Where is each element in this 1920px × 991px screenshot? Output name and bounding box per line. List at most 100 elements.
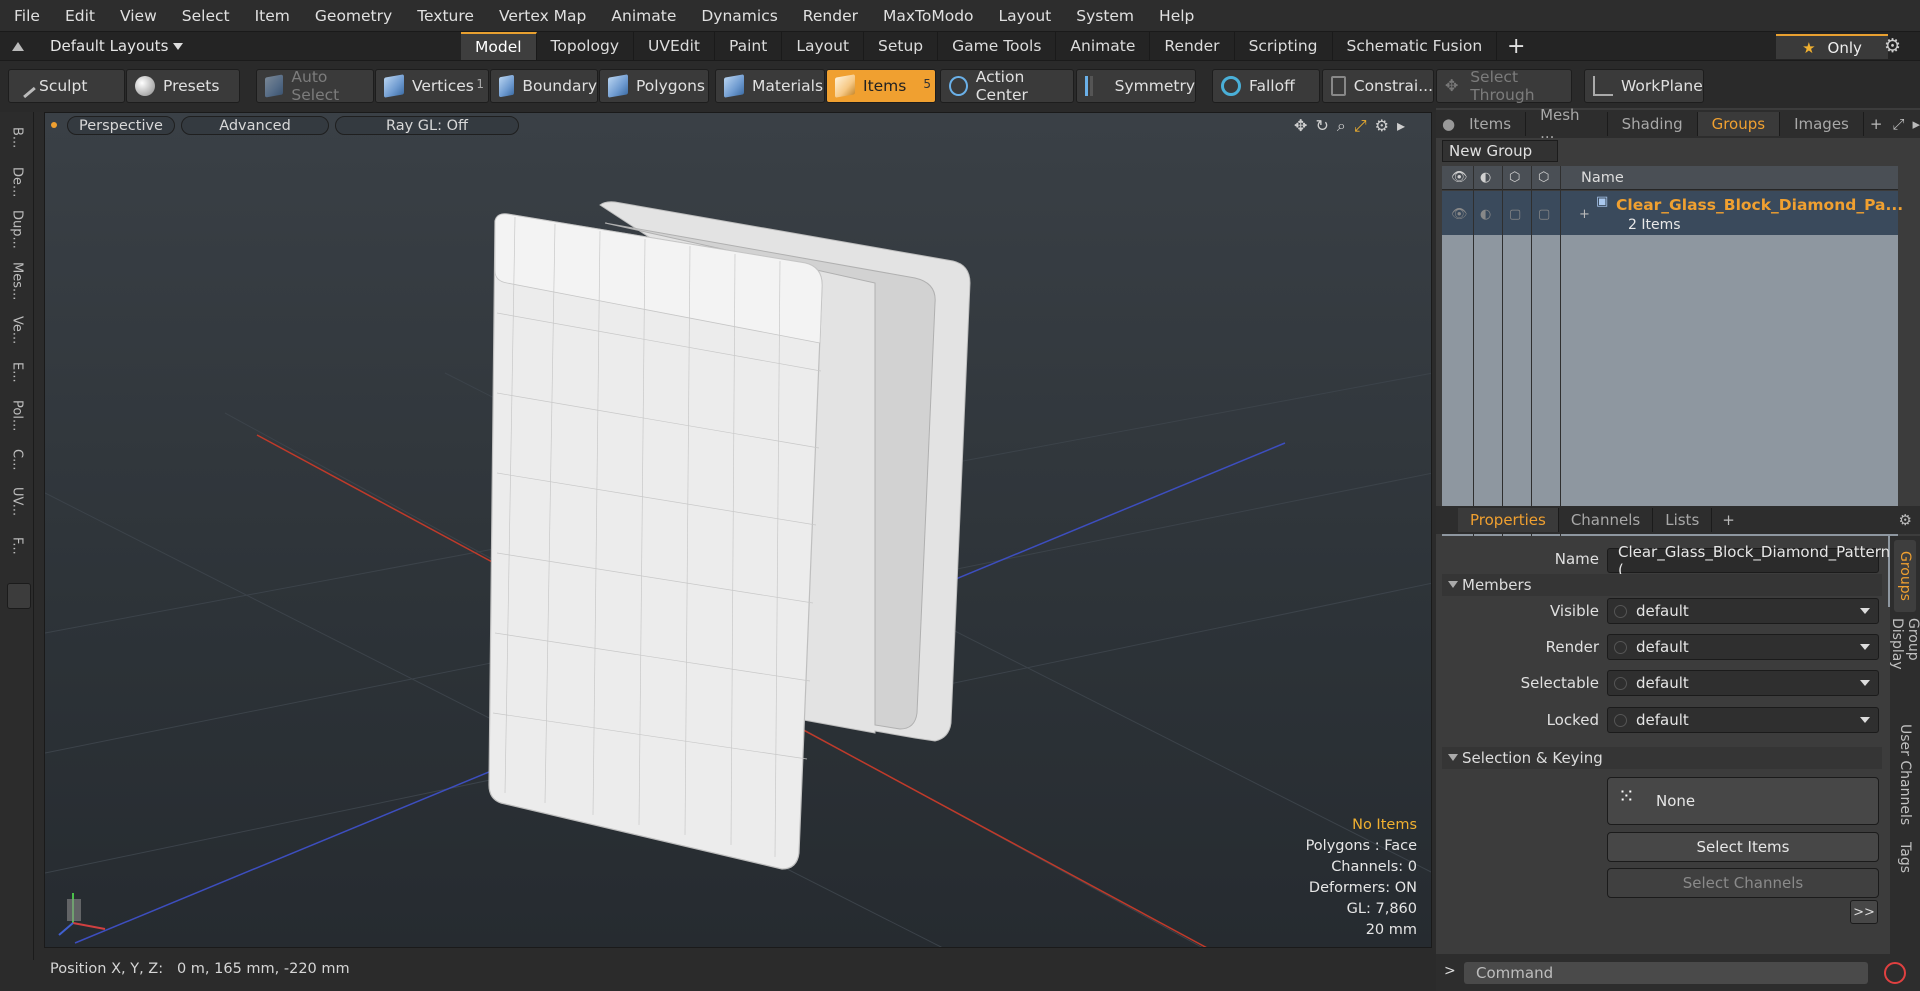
- tab-uvedit[interactable]: UVEdit: [634, 32, 715, 60]
- action-center-button[interactable]: Action Center: [940, 68, 1074, 104]
- properties-settings-icon[interactable]: ⚙: [1899, 511, 1912, 529]
- visible-select[interactable]: default: [1607, 598, 1879, 624]
- name-column-header[interactable]: Name: [1581, 170, 1624, 186]
- tab-layout[interactable]: Layout: [782, 32, 865, 60]
- menu-file[interactable]: File: [14, 7, 40, 25]
- selection-keying-section[interactable]: Selection & Keying: [1442, 747, 1882, 769]
- selectable-select[interactable]: default: [1607, 670, 1879, 696]
- menu-maxtomodo[interactable]: MaxToModo: [883, 7, 974, 25]
- menu-geometry[interactable]: Geometry: [315, 7, 392, 25]
- tab-properties[interactable]: Properties: [1458, 508, 1559, 532]
- group-render-icon[interactable]: ◐: [1480, 207, 1491, 222]
- menu-system[interactable]: System: [1076, 7, 1134, 25]
- tab-render[interactable]: Render: [1150, 32, 1235, 60]
- move-view-icon[interactable]: ✥: [1294, 116, 1307, 136]
- panel-menu-dot[interactable]: ●: [1436, 115, 1455, 133]
- glass-block-model[interactable]: [488, 201, 971, 870]
- menu-texture[interactable]: Texture: [417, 7, 474, 25]
- record-macro-icon[interactable]: [1884, 962, 1906, 984]
- menu-item[interactable]: Item: [255, 7, 290, 25]
- sculpt-button[interactable]: Sculpt: [8, 69, 125, 103]
- expand-button[interactable]: >>: [1850, 900, 1878, 924]
- perspective-button[interactable]: Perspective: [67, 116, 175, 135]
- vertices-button[interactable]: Vertices 1: [375, 69, 489, 103]
- select-through-button[interactable]: ✥ Select Through: [1436, 68, 1572, 104]
- select-channels-button[interactable]: Select Channels: [1607, 868, 1879, 898]
- left-tab-polygon[interactable]: Pol...: [6, 394, 28, 438]
- raygl-button[interactable]: Ray GL: Off: [335, 116, 519, 135]
- tab-paint[interactable]: Paint: [715, 32, 783, 60]
- expand-group-icon[interactable]: +: [1579, 207, 1590, 222]
- left-tab-deform[interactable]: De...: [6, 160, 28, 204]
- workplane-button[interactable]: WorkPlane: [1584, 69, 1704, 103]
- expand-panel-icon[interactable]: ⤢: [1892, 115, 1904, 133]
- tab-lists[interactable]: Lists: [1653, 508, 1713, 532]
- left-tab-edge[interactable]: E...: [6, 354, 28, 390]
- tab-topology[interactable]: Topology: [537, 32, 634, 60]
- new-group-button[interactable]: New Group: [1442, 140, 1558, 162]
- select-items-button[interactable]: Select Items: [1607, 832, 1879, 862]
- group-select-checkbox[interactable]: ▢: [1509, 207, 1521, 222]
- left-tab-fusion[interactable]: F...: [6, 526, 28, 566]
- viewport-settings-icon[interactable]: ⚙: [1375, 116, 1389, 136]
- fit-view-icon[interactable]: ⤢: [1354, 116, 1367, 136]
- left-tab-b[interactable]: B...: [6, 118, 28, 158]
- menu-select[interactable]: Select: [182, 7, 230, 25]
- add-panel-tab-icon[interactable]: +: [1870, 115, 1883, 133]
- advanced-button[interactable]: Advanced: [181, 116, 329, 135]
- only-button[interactable]: ★ Only: [1776, 34, 1888, 59]
- group-name[interactable]: Clear_Glass_Block_Diamond_Pa...: [1616, 196, 1903, 214]
- render-select[interactable]: default: [1607, 634, 1879, 660]
- menu-layout[interactable]: Layout: [999, 7, 1052, 25]
- select-column-icon[interactable]: ⬡: [1509, 170, 1520, 185]
- materials-button[interactable]: Materials: [715, 69, 825, 103]
- 3d-viewport[interactable]: Perspective Advanced Ray GL: Off ✥ ↻ ⌕ ⤢…: [44, 112, 1432, 948]
- symmetry-button[interactable]: Symmetry: [1076, 69, 1196, 103]
- tab-schematic-fusion[interactable]: Schematic Fusion: [1333, 32, 1498, 60]
- menu-render[interactable]: Render: [803, 7, 858, 25]
- constrain-button[interactable]: Constrai...: [1322, 69, 1434, 103]
- polygons-button[interactable]: Polygons: [599, 69, 709, 103]
- tab-groups[interactable]: Groups: [1697, 112, 1781, 136]
- side-tab-group-display[interactable]: Group Display: [1889, 618, 1920, 716]
- tab-shading[interactable]: Shading: [1608, 112, 1698, 136]
- keying-none-button[interactable]: ⁙ None: [1607, 777, 1879, 825]
- tab-mesh[interactable]: Mesh ...: [1526, 106, 1608, 142]
- add-properties-tab-icon[interactable]: +: [1722, 511, 1735, 529]
- gear-icon[interactable]: ⚙: [1884, 35, 1901, 57]
- tab-animate[interactable]: Animate: [1056, 32, 1151, 60]
- menu-animate[interactable]: Animate: [611, 7, 676, 25]
- menu-dynamics[interactable]: Dynamics: [701, 7, 777, 25]
- rotate-view-icon[interactable]: ↻: [1315, 116, 1328, 136]
- tab-images[interactable]: Images: [1780, 112, 1864, 136]
- left-tab-uv[interactable]: UV...: [6, 482, 28, 522]
- side-tab-groups[interactable]: Groups: [1894, 540, 1916, 612]
- zoom-icon[interactable]: ⌕: [1337, 116, 1346, 136]
- tab-setup[interactable]: Setup: [864, 32, 939, 60]
- falloff-button[interactable]: Falloff: [1212, 69, 1320, 103]
- left-tab-vertex[interactable]: Ve...: [6, 310, 28, 350]
- boundary-button[interactable]: Boundary: [490, 69, 598, 103]
- viewport-more-icon[interactable]: ▸: [1397, 116, 1405, 136]
- left-strip-button[interactable]: [7, 583, 31, 609]
- members-section[interactable]: Members: [1442, 574, 1882, 596]
- items-button[interactable]: Items 5: [826, 69, 936, 103]
- menu-help[interactable]: Help: [1159, 7, 1194, 25]
- left-tab-duplicate[interactable]: Dup...: [6, 206, 28, 252]
- command-input[interactable]: Command: [1464, 962, 1868, 984]
- viewport-menu-dot[interactable]: [51, 122, 57, 128]
- group-visibility-icon[interactable]: 👁: [1451, 207, 1468, 222]
- layouts-dropdown[interactable]: Default Layouts: [12, 35, 184, 57]
- auto-select-button[interactable]: Auto Select: [256, 68, 374, 104]
- locked-select[interactable]: default: [1607, 707, 1879, 733]
- tab-items[interactable]: Items: [1455, 112, 1527, 136]
- visibility-column-icon[interactable]: 👁: [1451, 170, 1468, 185]
- tab-scripting[interactable]: Scripting: [1235, 32, 1333, 60]
- tab-model[interactable]: Model: [461, 32, 537, 60]
- tab-channels[interactable]: Channels: [1559, 508, 1654, 532]
- menu-edit[interactable]: Edit: [65, 7, 95, 25]
- render-column-icon[interactable]: ◐: [1480, 170, 1491, 185]
- group-name-field[interactable]: Clear_Glass_Block_Diamond_Pattern (: [1607, 543, 1890, 579]
- group-lock-checkbox[interactable]: ▢: [1538, 207, 1550, 222]
- left-tab-mesh[interactable]: Mes...: [6, 256, 28, 306]
